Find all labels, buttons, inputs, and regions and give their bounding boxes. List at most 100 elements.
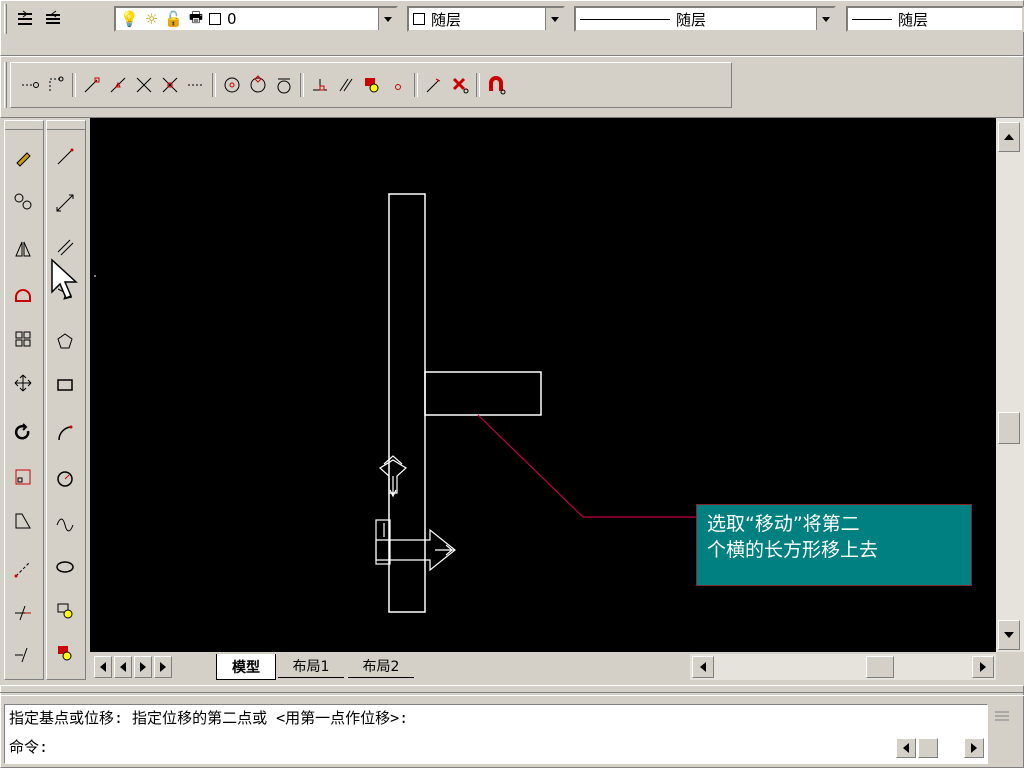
arc-icon[interactable] — [52, 420, 78, 446]
snap-midpoint-icon[interactable] — [105, 72, 131, 98]
array-icon[interactable] — [10, 326, 36, 352]
trim-icon[interactable] — [10, 600, 36, 626]
snap-apparent-intersection-icon[interactable] — [157, 72, 183, 98]
instruction-callout: 选取“移动”将第二 个横的长方形移上去 — [696, 504, 972, 586]
horizontal-scroll-thumb[interactable] — [866, 656, 894, 678]
rotate-icon[interactable] — [10, 420, 36, 446]
erase-icon[interactable] — [10, 144, 36, 170]
tab-model[interactable]: 模型 — [216, 654, 276, 680]
toolbar-grip[interactable] — [4, 62, 8, 108]
ellipse-icon[interactable] — [52, 554, 78, 580]
copy-icon[interactable] — [10, 188, 36, 214]
line-sample-icon — [852, 18, 892, 20]
line-sample-icon — [580, 18, 670, 20]
linetype-combo-dropdown-button[interactable] — [816, 8, 834, 30]
layer-manager-icon[interactable] — [12, 6, 38, 32]
command-window-divider — [0, 692, 1024, 696]
tab-next-button[interactable] — [134, 656, 152, 678]
scroll-up-button[interactable] — [998, 122, 1020, 152]
layer-combo-dropdown-button[interactable] — [378, 8, 396, 30]
scale-icon[interactable] — [10, 464, 36, 490]
chevron-down-icon — [821, 16, 830, 22]
command-prompt[interactable]: 命令: — [9, 736, 983, 757]
snap-none-icon[interactable] — [447, 72, 473, 98]
separator — [212, 73, 216, 97]
arrow-left-icon — [120, 662, 126, 672]
snap-from-icon[interactable] — [43, 72, 69, 98]
snap-extension-icon[interactable] — [183, 72, 209, 98]
tab-layout1[interactable]: 布局1 — [278, 654, 344, 678]
snap-settings-magnet-icon[interactable] — [483, 72, 509, 98]
horizontal-rectangle[interactable] — [424, 371, 542, 416]
stretch-icon[interactable] — [10, 508, 36, 534]
lineweight-value: 随层 — [898, 10, 929, 29]
make-block-icon[interactable] — [52, 640, 78, 666]
layer-name: 0 — [227, 10, 237, 28]
line-icon[interactable] — [52, 144, 78, 170]
offset-icon[interactable] — [10, 282, 36, 308]
color-combo-dropdown-button[interactable] — [545, 8, 563, 30]
tab-layout1-label: 布局1 — [292, 658, 330, 675]
last-tab-icon — [160, 662, 166, 672]
separator — [476, 73, 480, 97]
toolbar-grip[interactable] — [5, 121, 43, 130]
snap-tangent-icon[interactable] — [271, 72, 297, 98]
snap-quadrant-icon[interactable] — [245, 72, 271, 98]
layer-combo[interactable]: 💡 ☼ 🔓 🖶 0 — [114, 6, 398, 32]
arrow-down-icon — [1004, 632, 1014, 638]
layer-previous-icon[interactable] — [40, 6, 66, 32]
multiline-icon[interactable] — [52, 234, 78, 260]
horizontal-scrollbar[interactable] — [690, 654, 996, 680]
toolbar-grip[interactable] — [4, 4, 8, 34]
arrow-right-icon — [980, 662, 986, 672]
extend-icon[interactable] — [10, 642, 36, 668]
linetype-value: 随层 — [676, 10, 707, 29]
linetype-combo[interactable]: 随层 — [574, 6, 836, 32]
command-history: 指定基点或位移: 指定位移的第二点或 <用第一点作位移>: 命令: — [4, 704, 988, 764]
rectangle-icon[interactable] — [52, 372, 78, 398]
vertical-rectangle[interactable] — [388, 193, 426, 613]
temp-track-point-icon[interactable] — [17, 72, 43, 98]
snap-parallel-icon[interactable] — [333, 72, 359, 98]
snap-node-icon[interactable] — [385, 72, 411, 98]
mirror-icon[interactable] — [10, 236, 36, 262]
scroll-left-button[interactable] — [692, 656, 714, 678]
first-tab-icon — [100, 662, 106, 672]
arrow-left-icon — [700, 662, 706, 672]
chevron-down-icon — [550, 16, 559, 22]
cmd-scroll-thumb[interactable] — [918, 738, 938, 758]
vertical-scroll-thumb[interactable] — [998, 412, 1020, 444]
lineweight-combo[interactable]: 随层 — [846, 6, 1024, 32]
snap-nearest-icon[interactable] — [421, 72, 447, 98]
lengthen-icon[interactable] — [10, 556, 36, 582]
snap-center-icon[interactable] — [219, 72, 245, 98]
vertical-scrollbar[interactable] — [996, 118, 1024, 652]
color-combo[interactable]: 随层 — [407, 6, 565, 32]
scroll-right-button[interactable] — [972, 656, 994, 678]
scroll-down-button[interactable] — [998, 620, 1020, 650]
move-icon[interactable] — [10, 370, 36, 396]
arrow-right-icon — [971, 743, 977, 753]
tab-last-button[interactable] — [154, 656, 172, 678]
tab-prev-button[interactable] — [114, 656, 132, 678]
insert-block-icon[interactable] — [52, 598, 78, 624]
color-value: 随层 — [431, 10, 462, 29]
command-window-gripper[interactable] — [992, 706, 1012, 726]
separator — [72, 73, 76, 97]
spline-icon[interactable] — [52, 510, 78, 536]
circle-icon[interactable] — [52, 466, 78, 492]
toolbar-grip[interactable] — [47, 121, 85, 130]
tab-layout2[interactable]: 布局2 — [348, 654, 414, 678]
separator — [300, 73, 304, 97]
tab-first-button[interactable] — [94, 656, 112, 678]
snap-intersection-icon[interactable] — [131, 72, 157, 98]
cmd-scroll-right-button[interactable] — [964, 738, 984, 758]
polygon-icon[interactable] — [52, 328, 78, 354]
construction-line-icon[interactable] — [52, 190, 78, 216]
color-swatch-icon — [209, 13, 221, 25]
chevron-down-icon — [383, 16, 392, 22]
snap-perpendicular-icon[interactable] — [307, 72, 333, 98]
snap-insert-icon[interactable] — [359, 72, 385, 98]
snap-endpoint-icon[interactable] — [79, 72, 105, 98]
cmd-scroll-left-button[interactable] — [896, 738, 916, 758]
